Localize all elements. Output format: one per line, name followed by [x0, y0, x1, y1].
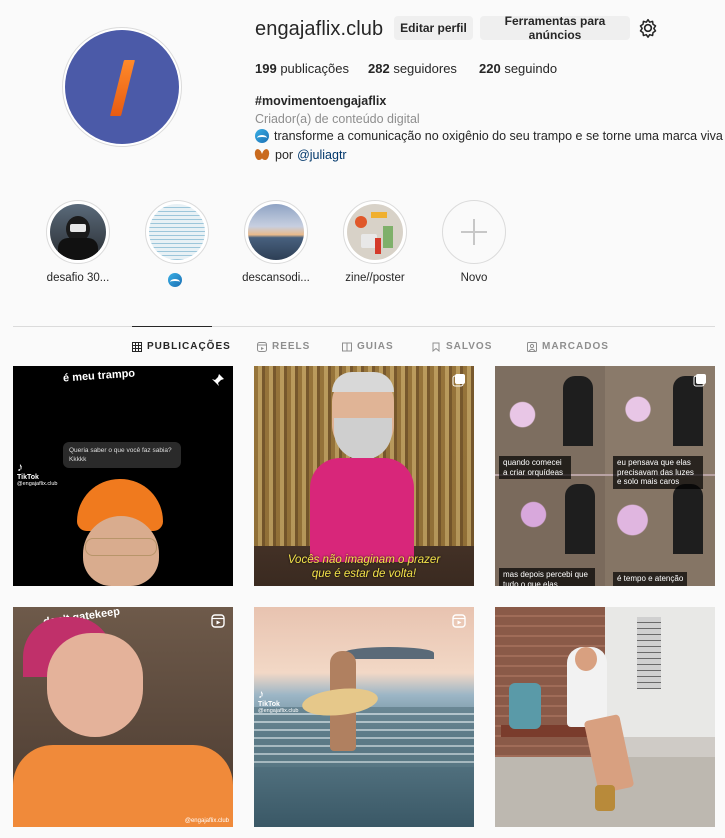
keypad — [637, 617, 661, 689]
edit-profile-button[interactable]: Editar perfil — [394, 16, 473, 40]
bio-by-text: por — [275, 148, 294, 162]
active-tab-indicator — [132, 326, 212, 327]
person-face — [575, 647, 597, 671]
post-handle: @engajaflix.club — [184, 818, 229, 824]
tab-guides-label: GUIAS — [357, 341, 394, 352]
highlight-label: desafio 30... — [46, 272, 110, 284]
highlight-item[interactable]: descansodi... — [242, 200, 310, 284]
bio-category: Criador(a) de conteúdo digital — [255, 112, 420, 126]
followers-label: seguidores — [393, 61, 457, 76]
person-face — [47, 633, 143, 737]
logo-slash — [110, 60, 135, 116]
glasses — [85, 538, 157, 556]
bio-line-1: transforme a comunicação no oxigênio do … — [255, 129, 723, 143]
boot — [595, 785, 615, 811]
tab-saved-label: SALVOS — [446, 341, 493, 352]
post-thumbnail[interactable]: quando comecei a criar orquídeas eu pens… — [495, 366, 715, 586]
avatar-image — [65, 30, 179, 144]
highlight-label — [125, 272, 229, 287]
following-count[interactable]: 220 seguindo — [479, 61, 557, 76]
orange-jacket — [13, 745, 233, 827]
person-hair — [332, 372, 394, 392]
highlight-cover — [149, 204, 205, 260]
settings-gear-icon[interactable] — [638, 18, 658, 38]
pink-outfit — [310, 458, 414, 562]
following-label: seguindo — [504, 61, 558, 76]
bio-mention-link[interactable]: @juliagtr — [297, 148, 347, 162]
caption-line-1: Vocês não imaginam o prazer — [287, 554, 441, 566]
reels-icon — [211, 614, 225, 628]
post-thumbnail[interactable] — [495, 607, 715, 827]
carousel-icon — [693, 374, 706, 387]
reels-icon — [452, 614, 466, 628]
post-caption: Vocês não imaginam o prazer que é estar … — [254, 554, 474, 582]
post-caption: eu pensava que elas precisavam das luzes… — [613, 456, 703, 489]
posts-label: publicações — [280, 61, 349, 76]
tab-saved[interactable]: SALVOS — [431, 341, 492, 352]
highlight-item[interactable]: zine//poster — [343, 200, 407, 284]
tiktok-label: TikTok — [17, 474, 39, 481]
tab-reels-label: REELS — [272, 341, 311, 352]
posts-number: 199 — [255, 61, 277, 76]
highlight-item[interactable]: desafio 30... — [46, 200, 110, 284]
highlight-label: descansodi... — [242, 272, 310, 284]
tabs-divider — [13, 326, 715, 327]
bio-name[interactable]: #movimentoengajaflix — [255, 94, 386, 108]
tab-tagged[interactable]: MARCADOS — [527, 341, 609, 352]
tiktok-handle: @engajaflix.club — [258, 708, 299, 714]
highlight-label: Novo — [460, 272, 488, 284]
post-thumbnail[interactable]: é meu trampo Queria saber o que você faz… — [13, 366, 233, 586]
post-caption: é tempo e atenção — [613, 572, 688, 586]
tiktok-handle: @engajaflix.club — [17, 481, 58, 487]
tiktok-logo: ♪ TikTok @engajaflix.club — [17, 460, 58, 487]
carousel-icon — [452, 374, 465, 387]
person — [565, 484, 595, 554]
posts-count: 199 publicações — [255, 61, 349, 76]
chat-bubble: Queria saber o que você faz sabia? Kkkkk — [63, 442, 181, 469]
reels-icon — [257, 341, 267, 352]
highlight-cover — [347, 204, 403, 260]
highlight-cover — [50, 204, 106, 260]
tiktok-logo: ♪ TikTok @engajaflix.club — [258, 687, 299, 714]
post-caption: quando comecei a criar orquídeas — [499, 456, 571, 480]
tab-posts-label: PUBLICAÇÕES — [147, 341, 231, 352]
post-top-text: é meu trampo — [62, 367, 136, 385]
bookmark-icon — [432, 342, 440, 352]
wave-emoji-icon — [167, 273, 182, 287]
new-highlight-button[interactable]: Novo — [442, 200, 506, 284]
tab-posts[interactable]: PUBLICAÇÕES — [132, 341, 231, 352]
person — [673, 484, 703, 554]
followers-count[interactable]: 282 seguidores — [368, 61, 457, 76]
post-thumbnail[interactable]: don't gatekeep @engajaflix.club — [13, 607, 233, 827]
tagged-icon — [527, 341, 537, 352]
hills — [344, 647, 434, 659]
guides-icon — [342, 342, 352, 351]
post-thumbnail[interactable]: Vocês não imaginam o prazer que é estar … — [254, 366, 474, 586]
plus-icon — [446, 204, 502, 260]
tab-tagged-label: MARCADOS — [542, 341, 609, 352]
caption-line-2: que é estar de volta! — [311, 567, 417, 580]
person — [563, 376, 593, 446]
ad-tools-button[interactable]: Ferramentas para anúncios — [480, 14, 630, 42]
backpack — [509, 683, 541, 729]
wave-emoji-icon — [255, 129, 269, 143]
post-thumbnail[interactable]: ♪ TikTok @engajaflix.club — [254, 607, 474, 827]
tab-reels[interactable]: REELS — [257, 341, 310, 352]
profile-username: engajaflix.club — [255, 18, 384, 40]
profile-avatar[interactable] — [62, 27, 182, 147]
tab-guides[interactable]: GUIAS — [342, 341, 394, 352]
pin-icon — [212, 374, 224, 386]
bio-text: transforme a comunicação no oxigênio do … — [274, 129, 723, 143]
following-number: 220 — [479, 61, 501, 76]
waves — [254, 707, 474, 767]
post-caption: mas depois percebi que tudo o que elas r… — [499, 568, 595, 586]
bio-line-2: por @juliagtr — [255, 148, 347, 162]
followers-number: 282 — [368, 61, 390, 76]
highlight-item[interactable] — [145, 200, 209, 287]
butterfly-emoji-icon — [255, 149, 269, 161]
highlight-label: zine//poster — [345, 272, 405, 284]
highlight-cover — [248, 204, 304, 260]
tiktok-label: TikTok — [258, 701, 280, 708]
grid-icon — [132, 341, 142, 352]
